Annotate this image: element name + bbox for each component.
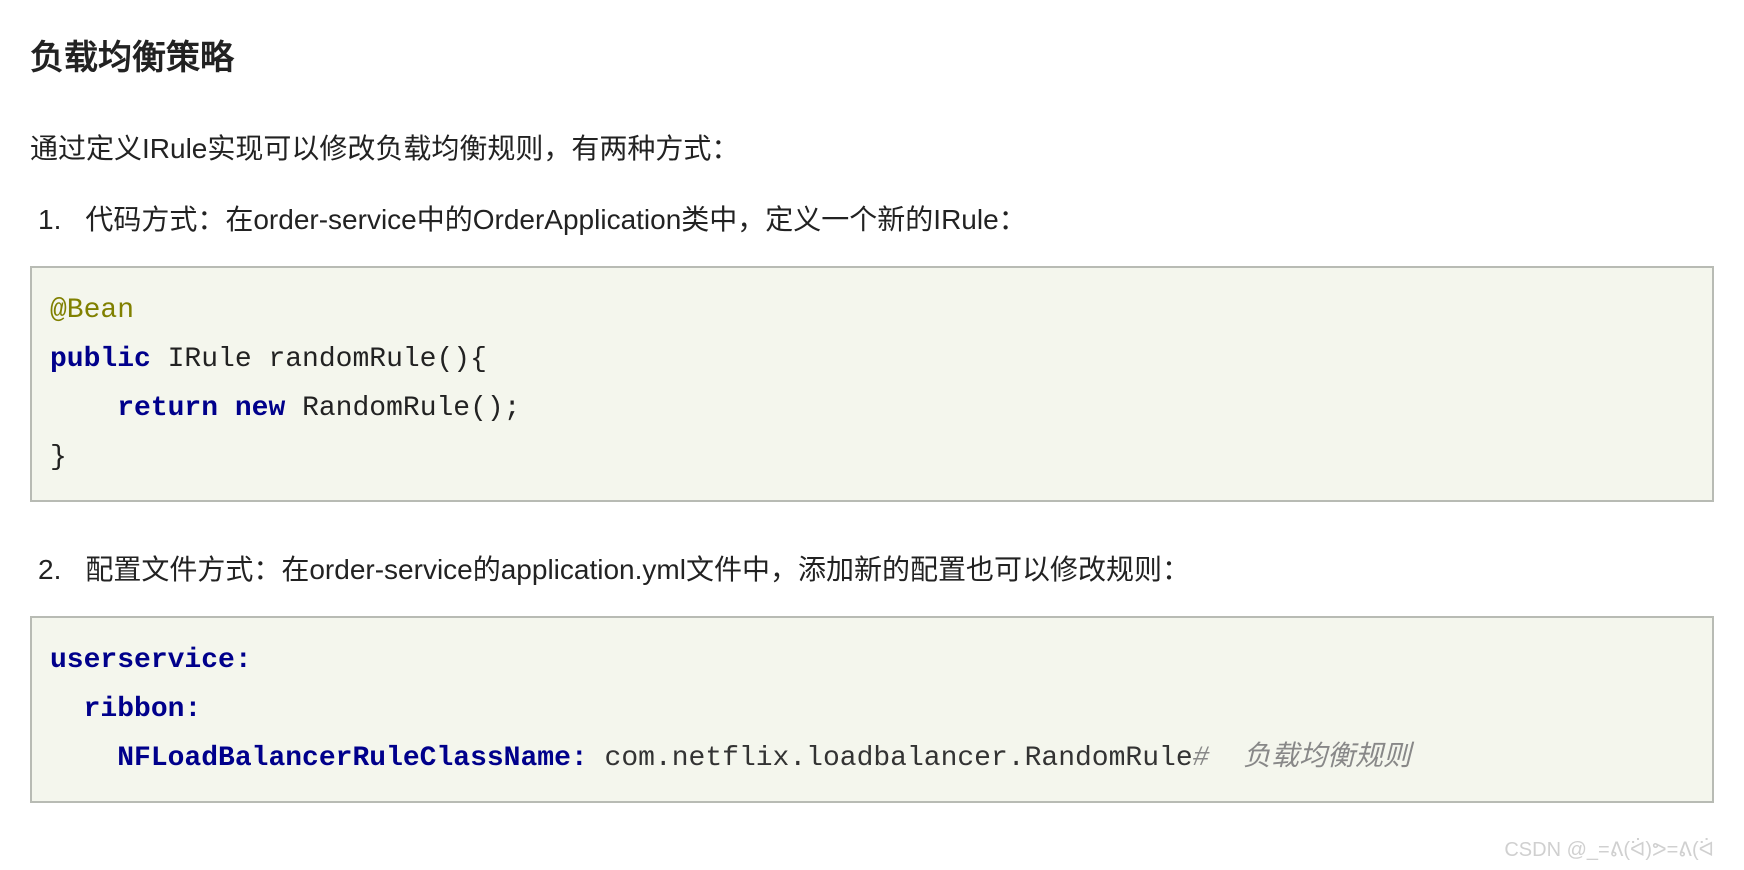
code-text: RandomRule(); (285, 393, 520, 424)
section-heading: 负载均衡策略 (30, 30, 1714, 79)
yaml-colon: : (184, 694, 201, 725)
intro-paragraph: 通过定义IRule实现可以修改负载均衡规则，有两种方式： (30, 129, 1714, 168)
yaml-value: com.netflix.loadbalancer.RandomRule (588, 743, 1193, 774)
code-line: } (50, 433, 1694, 482)
keyword-token: public (50, 344, 151, 375)
code-line: @Bean (50, 286, 1694, 335)
code-line: public IRule randomRule(){ (50, 335, 1694, 384)
indent (50, 743, 117, 774)
indent (50, 393, 117, 424)
yaml-colon: : (235, 645, 252, 676)
list-item-2: 2. 配置文件方式：在order-service的application.yml文… (30, 548, 1714, 588)
yaml-key: NFLoadBalancerRuleClassName (117, 743, 571, 774)
annotation-token: @Bean (50, 295, 134, 326)
yaml-key: userservice (50, 645, 235, 676)
code-text: IRule randomRule(){ (151, 344, 487, 375)
keyword-token: return (117, 393, 218, 424)
keyword-token: new (218, 393, 285, 424)
list-text: 代码方式：在order-service中的OrderApplication类中，… (85, 204, 1026, 235)
yaml-colon: : (571, 743, 588, 774)
code-line: return new RandomRule(); (50, 384, 1694, 433)
code-line: NFLoadBalancerRuleClassName: com.netflix… (50, 734, 1694, 783)
list-number: 2. (38, 554, 61, 586)
code-block-yaml: userservice: ribbon: NFLoadBalancerRuleC… (30, 616, 1714, 803)
comment-token: # 负载均衡规则 (1193, 743, 1411, 774)
indent (50, 694, 84, 725)
watermark: CSDN @_=ᕕ(ᐛ)ᕗ=ᕕ(ᐛ (1504, 837, 1714, 862)
list-text: 配置文件方式：在order-service的application.yml文件中… (85, 554, 1190, 585)
code-text: } (50, 442, 67, 473)
list-item-1: 1. 代码方式：在order-service中的OrderApplication类… (30, 198, 1714, 238)
yaml-key: ribbon (84, 694, 185, 725)
code-line: ribbon: (50, 685, 1694, 734)
list-number: 1. (38, 204, 61, 236)
code-line: userservice: (50, 636, 1694, 685)
code-block-java: @Bean public IRule randomRule(){ return … (30, 266, 1714, 502)
